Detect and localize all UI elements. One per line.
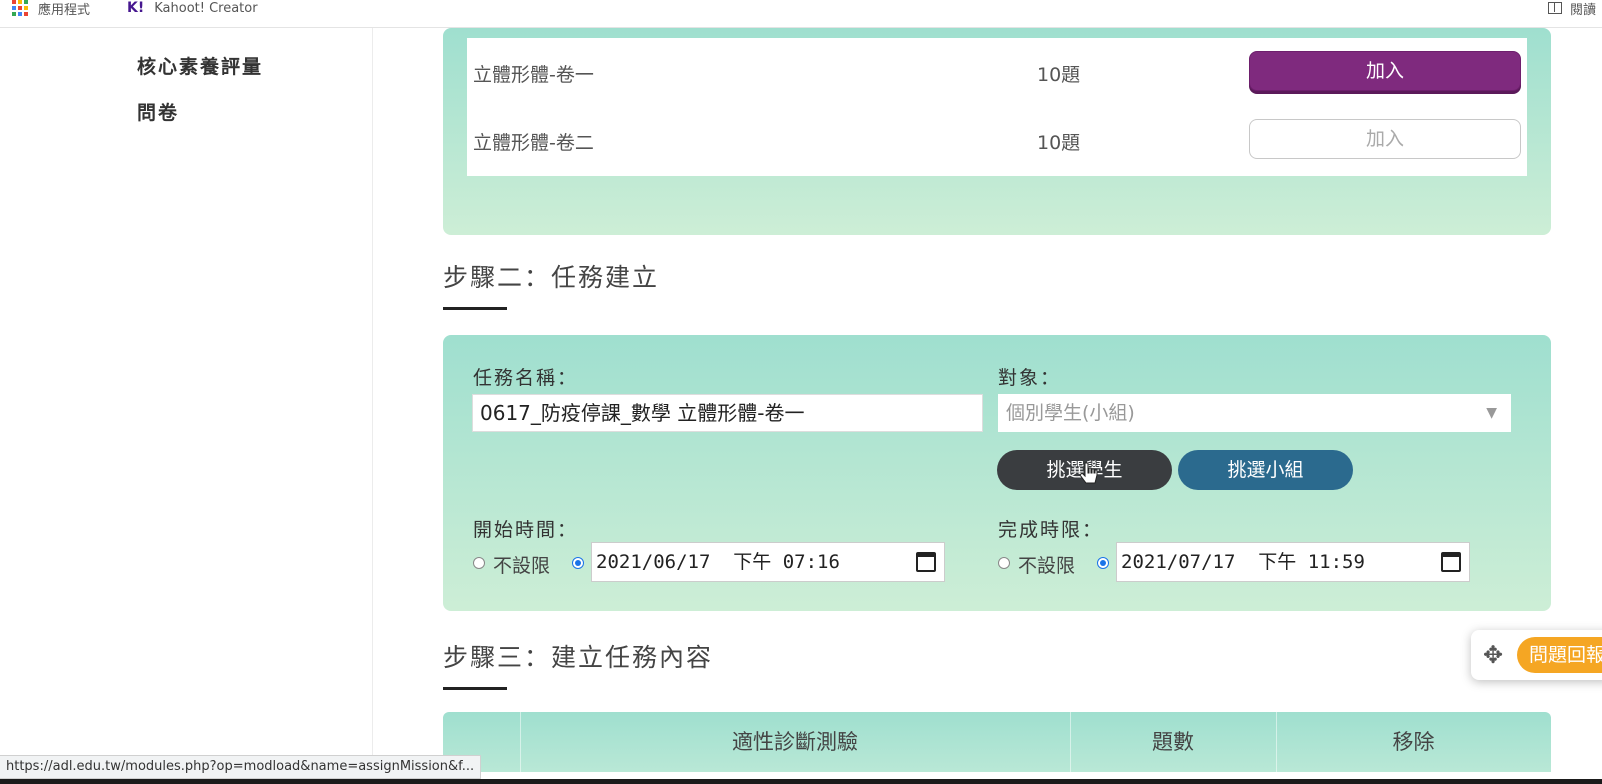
report-issue-button[interactable]: 問題回報 <box>1517 637 1602 673</box>
reading-list-label: 閱讀 <box>1570 2 1597 18</box>
exam-row: 立體形體-卷一 10題 加入 <box>467 38 1527 104</box>
kahoot-logo-icon: K! <box>127 0 145 16</box>
task-name-input[interactable]: 0617_防疫停課_數學 立體形體-卷一 <box>472 394 983 432</box>
start-date-radio[interactable] <box>572 557 584 569</box>
bookmark-apps-label: 應用程式 <box>38 2 91 18</box>
step2-title: 步驟二：任務建立 <box>443 263 660 292</box>
exam-name: 立體形體-卷二 <box>473 132 594 154</box>
step2-underline <box>443 307 507 310</box>
end-date-radio[interactable] <box>1097 557 1109 569</box>
reading-list-icon <box>1548 2 1562 14</box>
select-groups-button[interactable]: 挑選小組 <box>1178 450 1353 490</box>
bookmark-apps[interactable]: 應用程式 <box>12 0 91 18</box>
calendar-icon[interactable] <box>1441 552 1461 572</box>
deadline-datetime-value: 2021/07/17 下午 11:59 <box>1121 551 1365 573</box>
add-exam-button[interactable]: 加入 <box>1249 119 1521 159</box>
task-name-label: 任務名稱： <box>473 367 579 389</box>
exam-name: 立體形體-卷一 <box>473 64 594 86</box>
mouse-cursor-icon <box>1079 462 1098 484</box>
reading-list[interactable]: 閱讀 <box>1548 0 1597 18</box>
column-header-count: 題數 <box>1152 730 1194 754</box>
deadline-label: 完成時限： <box>998 519 1104 541</box>
step3-underline <box>443 687 507 690</box>
column-header-remove: 移除 <box>1392 730 1435 754</box>
deadline-datetime-input[interactable]: 2021/07/17 下午 11:59 <box>1116 542 1470 582</box>
step3-title: 步驟三：建立任務內容 <box>443 643 714 672</box>
add-exam-button[interactable]: 加入 <box>1249 51 1521 91</box>
exam-list: 立體形體-卷一 10題 加入 立體形體-卷二 10題 加入 <box>467 38 1527 176</box>
start-unlimited-radio[interactable] <box>473 557 485 569</box>
dropdown-arrow-icon: ▼ <box>1486 405 1497 421</box>
bookmarks-bar: 應用程式 K! Kahoot! Creator 閱讀 <box>0 0 1602 28</box>
task-content-table-header: 適性診斷測驗 題數 移除 <box>443 712 1551 772</box>
start-unlimited-label: 不設限 <box>493 555 551 577</box>
move-icon[interactable]: ✥ <box>1483 643 1503 667</box>
column-header-test: 適性診斷測驗 <box>732 730 858 754</box>
sidebar <box>0 28 373 784</box>
exam-question-count: 10題 <box>1037 132 1081 154</box>
bookmark-kahoot-label: Kahoot! Creator <box>154 0 258 16</box>
target-select-value: 個別學生(小組) <box>1006 402 1135 424</box>
start-time-label: 開始時間： <box>473 519 579 541</box>
sidebar-item-questionnaire[interactable]: 問卷 <box>137 98 179 125</box>
apps-grid-icon <box>12 0 28 16</box>
bottom-strip <box>0 779 1602 784</box>
status-bar-url: https://adl.edu.tw/modules.php?op=modloa… <box>0 755 482 779</box>
calendar-icon[interactable] <box>916 552 936 572</box>
start-datetime-value: 2021/06/17 下午 07:16 <box>596 551 840 573</box>
sidebar-item-core-assessment[interactable]: 核心素養評量 <box>137 52 263 79</box>
bookmark-kahoot[interactable]: K! Kahoot! Creator <box>127 0 258 16</box>
feedback-widget: ✥ 問題回報 <box>1471 630 1602 680</box>
exam-row: 立體形體-卷二 10題 加入 <box>467 106 1527 172</box>
target-select[interactable]: 個別學生(小組) ▼ <box>998 394 1511 432</box>
end-unlimited-radio[interactable] <box>998 557 1010 569</box>
end-unlimited-label: 不設限 <box>1018 555 1076 577</box>
target-label: 對象： <box>998 367 1062 389</box>
start-datetime-input[interactable]: 2021/06/17 下午 07:16 <box>591 542 945 582</box>
exam-question-count: 10題 <box>1037 64 1081 86</box>
